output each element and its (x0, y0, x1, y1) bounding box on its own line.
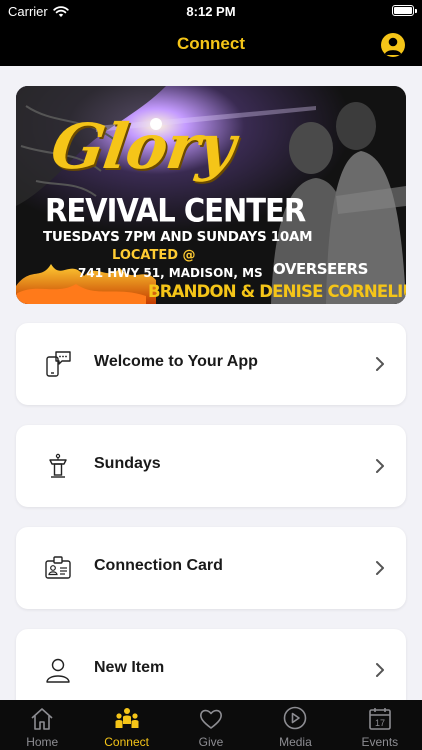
people-icon (115, 708, 139, 728)
tab-media[interactable]: Media (253, 700, 337, 750)
banner-overseers-label: OVERSEERS (273, 260, 368, 278)
menu-item-label: New Item (94, 659, 165, 676)
menu-item-new-item[interactable]: New Item (16, 629, 406, 711)
calendar-day: 17 (375, 718, 385, 728)
tab-label: Give (198, 735, 224, 749)
phone-message-icon (46, 351, 71, 377)
tab-label: Events (361, 735, 399, 749)
tab-home[interactable]: Home (0, 700, 84, 750)
chevron-right-icon (376, 357, 384, 371)
chevron-right-icon (376, 561, 384, 575)
chevron-right-icon (376, 663, 384, 677)
calendar-icon: 17 (369, 708, 391, 730)
tab-events[interactable]: 17 Events (338, 700, 422, 750)
tab-label: Connect (104, 735, 149, 749)
tab-give[interactable]: Give (169, 700, 253, 750)
chevron-right-icon (376, 459, 384, 473)
menu-item-label: Connection Card (94, 557, 223, 574)
page-title: Connect (177, 34, 245, 53)
banner-schedule: TUESDAYS 7PM AND SUNDAYS 10AM (43, 229, 313, 245)
church-banner[interactable]: Glory REVIVAL CENTER TUESDAYS 7PM AND SU… (16, 86, 406, 304)
status-time: 8:12 PM (186, 4, 236, 19)
banner-address: 741 HWY 51, MADISON, MS (78, 266, 263, 280)
menu-item-connection-card[interactable]: Connection Card (16, 527, 406, 609)
banner-names: BRANDON & DENISE CORNELIUS (148, 282, 406, 301)
profile-icon[interactable] (381, 33, 405, 57)
person-icon (46, 658, 70, 683)
tab-label: Media (279, 735, 312, 749)
menu-item-label: Sundays (94, 455, 161, 472)
banner-title: Glory (46, 110, 239, 183)
tab-bar: Home Connect Give Media 17 Events (0, 700, 422, 750)
menu-item-label: Welcome to Your App (94, 353, 258, 370)
menu-item-welcome[interactable]: Welcome to Your App (16, 323, 406, 405)
id-card-icon (45, 556, 71, 579)
banner-located-label: LOCATED @ (112, 248, 196, 263)
home-icon (31, 708, 53, 730)
podium-icon (49, 453, 67, 478)
tab-connect[interactable]: Connect (84, 700, 168, 750)
menu-item-sundays[interactable]: Sundays (16, 425, 406, 507)
status-bar: Carrier 8:12 PM (0, 0, 422, 24)
nav-bar: Connect (0, 24, 422, 66)
battery-icon (392, 5, 417, 16)
play-icon (284, 706, 307, 730)
tab-label: Home (26, 735, 59, 749)
heart-icon (200, 709, 222, 729)
banner-subtitle: REVIVAL CENTER (45, 192, 306, 230)
